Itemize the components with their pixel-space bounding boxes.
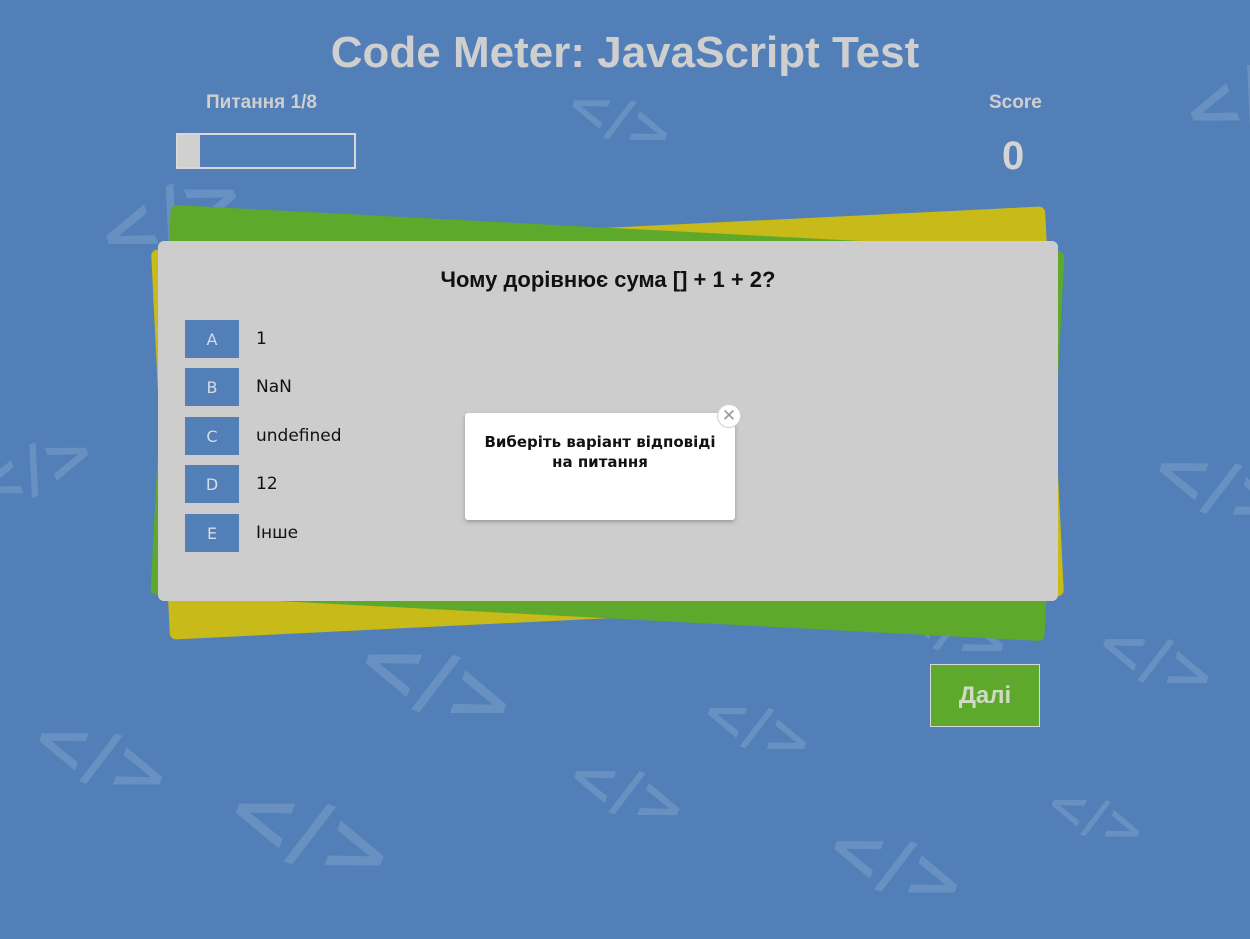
- code-symbol-icon: </>: [20, 694, 183, 820]
- progress-bar: [176, 133, 356, 169]
- score-value: 0: [1002, 134, 1025, 178]
- close-icon[interactable]: ✕: [717, 404, 741, 428]
- question-counter: Питання 1/8: [206, 92, 317, 113]
- code-symbol-icon: </>: [1140, 424, 1250, 550]
- popup-message: Виберіть варіант відповіді на питання: [484, 433, 716, 471]
- code-symbol-icon: </>: [557, 70, 683, 167]
- answer-letter[interactable]: E: [185, 514, 239, 552]
- progress-fill: [178, 135, 200, 167]
- code-symbol-icon: </>: [0, 412, 106, 525]
- page-title: Code Meter: JavaScript Test: [330, 28, 920, 77]
- code-symbol-icon: </>: [344, 609, 530, 754]
- answer-option-d[interactable]: D 12: [185, 465, 278, 503]
- notification-popup: Виберіть варіант відповіді на питання ✕: [465, 404, 741, 520]
- answer-text[interactable]: 12: [256, 474, 278, 494]
- answer-text[interactable]: Інше: [256, 523, 298, 543]
- answer-letter[interactable]: B: [185, 368, 239, 406]
- answer-text[interactable]: undefined: [256, 426, 342, 446]
- answer-option-a[interactable]: A 1: [185, 320, 267, 358]
- answer-text[interactable]: 1: [256, 329, 267, 349]
- question-text: Чому дорівнює сума [] + 1 + 2?: [440, 267, 776, 292]
- code-symbol-icon: </>: [815, 802, 978, 928]
- code-symbol-icon: </>: [692, 677, 823, 778]
- score-label: Score: [989, 92, 1042, 113]
- code-symbol-icon: </>: [1086, 606, 1226, 714]
- code-symbol-icon: </>: [213, 756, 409, 908]
- answer-text[interactable]: NaN: [256, 377, 292, 397]
- answer-option-e[interactable]: E Інше: [185, 514, 298, 552]
- code-symbol-icon: </>: [1038, 772, 1154, 862]
- answer-letter[interactable]: A: [185, 320, 239, 358]
- answer-option-b[interactable]: B NaN: [185, 368, 292, 406]
- answer-letter[interactable]: D: [185, 465, 239, 503]
- answer-letter[interactable]: C: [185, 417, 239, 455]
- next-button[interactable]: Далі: [930, 664, 1040, 727]
- code-symbol-icon: </>: [557, 738, 697, 846]
- answer-option-c[interactable]: C undefined: [185, 417, 342, 455]
